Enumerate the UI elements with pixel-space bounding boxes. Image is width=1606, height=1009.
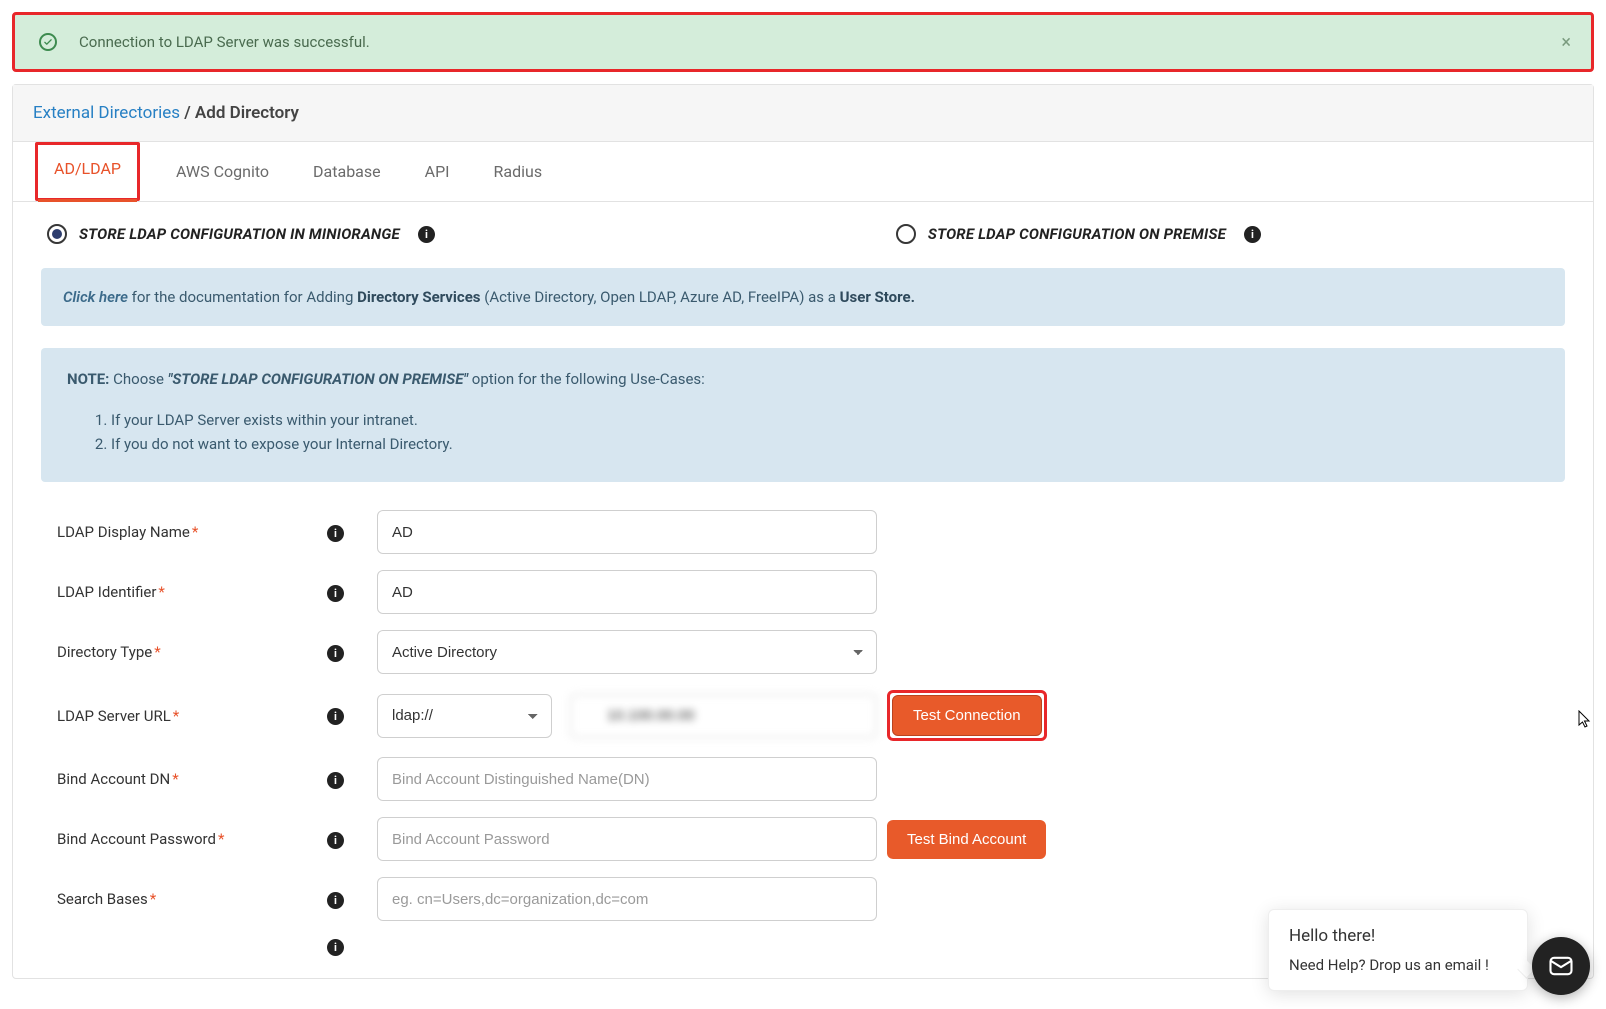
note-quote: "STORE LDAP CONFIGURATION ON PREMISE" <box>168 370 468 388</box>
banner-text: for the documentation for Adding <box>128 288 357 306</box>
label-identifier: LDAP Identifier* <box>57 583 317 601</box>
banner-strong: Directory Services <box>357 288 480 306</box>
alert-message: Connection to LDAP Server was successful… <box>79 33 370 51</box>
info-icon[interactable]: i <box>327 525 344 542</box>
input-display-name[interactable] <box>377 510 877 554</box>
row-bind-pw: Bind Account Password* i Test Bind Accou… <box>41 817 1565 861</box>
input-identifier[interactable] <box>377 570 877 614</box>
label-bind-dn: Bind Account DN* <box>57 770 317 788</box>
test-connection-button[interactable]: Test Connection <box>892 695 1042 736</box>
radio-miniorange[interactable]: STORE LDAP CONFIGURATION IN MINIORANGE i <box>47 224 435 244</box>
label-search-bases: Search Bases* <box>57 890 317 908</box>
radio-on-premise[interactable]: STORE LDAP CONFIGURATION ON PREMISE i <box>896 224 1261 244</box>
chat-line-2: Need Help? Drop us an email ! <box>1289 956 1507 974</box>
chat-tooltip: Hello there! Need Help? Drop us an email… <box>1268 909 1528 991</box>
config-location-radios: STORE LDAP CONFIGURATION IN MINIORANGE i… <box>41 224 1565 244</box>
input-search-bases[interactable] <box>377 877 877 921</box>
input-bind-dn[interactable] <box>377 757 877 801</box>
input-bind-pw[interactable] <box>377 817 877 861</box>
label-server-url: LDAP Server URL* <box>57 707 317 725</box>
banner-text: (Active Directory, Open LDAP, Azure AD, … <box>481 288 840 306</box>
tab-ad-ldap[interactable]: AD/LDAP <box>35 142 140 201</box>
tab-api[interactable]: API <box>417 142 458 201</box>
row-directory-type: Directory Type* i Active Directory <box>41 630 1565 674</box>
tab-bar: AD/LDAP AWS Cognito Database API Radius <box>13 142 1593 202</box>
success-alert: Connection to LDAP Server was successful… <box>12 12 1594 72</box>
radio-miniorange-label: STORE LDAP CONFIGURATION IN MINIORANGE <box>79 225 400 243</box>
info-icon[interactable]: i <box>327 832 344 849</box>
info-icon[interactable]: i <box>327 708 344 725</box>
info-icon[interactable]: i <box>327 585 344 602</box>
note-item: If your LDAP Server exists within your i… <box>111 408 1539 432</box>
tab-database[interactable]: Database <box>305 142 389 201</box>
doc-info-banner: Click here for the documentation for Add… <box>41 268 1565 326</box>
row-server-url: LDAP Server URL* i ldap:// Test Connecti… <box>41 690 1565 741</box>
row-display-name: LDAP Display Name* i <box>41 510 1565 554</box>
test-bind-button[interactable]: Test Bind Account <box>887 820 1046 859</box>
input-server-host[interactable] <box>570 694 877 738</box>
info-icon[interactable]: i <box>1244 226 1261 243</box>
note-item: If you do not want to expose your Intern… <box>111 432 1539 456</box>
radio-icon[interactable] <box>896 224 916 244</box>
info-icon[interactable]: i <box>418 226 435 243</box>
chat-line-1: Hello there! <box>1289 926 1507 946</box>
note-choose: Choose <box>109 370 167 388</box>
info-icon[interactable]: i <box>327 772 344 789</box>
click-here-link[interactable]: Click here <box>63 288 128 306</box>
banner-strong: User Store. <box>840 288 915 306</box>
note-banner: NOTE: Choose "STORE LDAP CONFIGURATION O… <box>41 348 1565 482</box>
info-icon[interactable]: i <box>327 645 344 662</box>
label-bind-pw: Bind Account Password* <box>57 830 317 848</box>
breadcrumb-parent[interactable]: External Directories <box>33 103 180 123</box>
tab-radius[interactable]: Radius <box>486 142 551 201</box>
info-icon[interactable]: i <box>327 939 344 956</box>
breadcrumb-sep: / <box>180 103 195 123</box>
breadcrumb-current: Add Directory <box>195 103 299 123</box>
select-protocol[interactable]: ldap:// <box>377 694 552 738</box>
directory-panel: External Directories / Add Directory AD/… <box>12 84 1594 979</box>
chat-fab-button[interactable] <box>1532 937 1590 995</box>
note-label: NOTE: <box>67 370 109 388</box>
radio-icon[interactable] <box>47 224 67 244</box>
panel-header: External Directories / Add Directory <box>13 85 1593 142</box>
panel-body: STORE LDAP CONFIGURATION IN MINIORANGE i… <box>13 202 1593 978</box>
check-circle-icon <box>39 33 57 51</box>
test-connection-highlight: Test Connection <box>887 690 1047 741</box>
close-icon[interactable]: × <box>1561 32 1571 53</box>
label-directory-type: Directory Type* <box>57 643 317 661</box>
note-tail: option for the following Use-Cases: <box>468 370 705 388</box>
note-list: If your LDAP Server exists within your i… <box>111 408 1539 456</box>
cursor-icon <box>1578 710 1592 734</box>
breadcrumb: External Directories / Add Directory <box>33 103 1573 123</box>
select-directory-type[interactable]: Active Directory <box>377 630 877 674</box>
radio-on-premise-label: STORE LDAP CONFIGURATION ON PREMISE <box>928 225 1226 243</box>
mail-icon <box>1547 952 1575 980</box>
row-identifier: LDAP Identifier* i <box>41 570 1565 614</box>
label-display-name: LDAP Display Name* <box>57 523 317 541</box>
tab-aws-cognito[interactable]: AWS Cognito <box>168 142 277 201</box>
info-icon[interactable]: i <box>327 892 344 909</box>
row-bind-dn: Bind Account DN* i <box>41 757 1565 801</box>
